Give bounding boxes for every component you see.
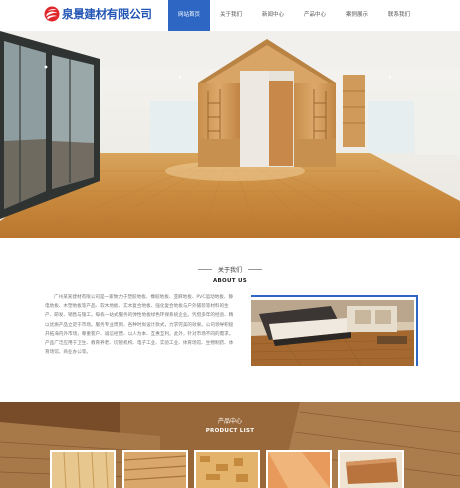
bedroom-floor-image bbox=[251, 300, 414, 366]
nav-item-cases[interactable]: 案例展示 bbox=[336, 0, 378, 31]
logo-text: 泉景建材有限公司 bbox=[62, 7, 152, 21]
product-thumb-4[interactable] bbox=[266, 450, 332, 488]
product-thumbnails bbox=[50, 450, 404, 488]
about-title-en: ABOUT US bbox=[212, 278, 248, 284]
product-thumb-image bbox=[124, 452, 186, 488]
nav-item-about[interactable]: 关于我们 bbox=[210, 0, 252, 31]
about-image[interactable] bbox=[251, 300, 414, 366]
site-logo[interactable]: 泉景建材有限公司 bbox=[44, 6, 152, 22]
about-section-title: 关于我们 ABOUT US bbox=[0, 255, 460, 284]
product-thumb-image bbox=[52, 452, 114, 488]
products-section-title: 产品中心 PRODUCT LIST bbox=[0, 416, 460, 434]
title-divider bbox=[197, 269, 212, 270]
main-nav: 网站首页 关于我们 新闻中心 产品中心 案例展示 联系我们 bbox=[168, 0, 420, 31]
nav-item-news[interactable]: 新闻中心 bbox=[252, 0, 294, 31]
logo-mark-icon bbox=[44, 6, 60, 22]
product-thumb-image bbox=[268, 452, 330, 488]
hero-interior-image bbox=[0, 31, 460, 238]
product-thumb-5[interactable] bbox=[338, 450, 404, 488]
product-thumb-1[interactable] bbox=[50, 450, 116, 488]
products-title-cn: 产品中心 bbox=[217, 418, 242, 425]
products-title-en: PRODUCT LIST bbox=[205, 428, 255, 434]
hero-banner bbox=[0, 31, 460, 238]
nav-item-contact[interactable]: 联系我们 bbox=[378, 0, 420, 31]
nav-item-home[interactable]: 网站首页 bbox=[168, 0, 210, 31]
title-divider bbox=[248, 269, 262, 270]
about-title-cn: 关于我们 bbox=[217, 267, 242, 274]
products-section: 产品中心 PRODUCT LIST bbox=[0, 402, 460, 488]
product-thumb-image bbox=[340, 452, 402, 488]
product-thumb-2[interactable] bbox=[122, 450, 188, 488]
product-thumb-3[interactable] bbox=[194, 450, 260, 488]
nav-item-products[interactable]: 产品中心 bbox=[294, 0, 336, 31]
about-description: 广州某某建材有限公司是一家致力于塑胶地板、橡胶地板、亚麻地板、PVC运动地板、静… bbox=[45, 295, 234, 356]
site-header: 泉景建材有限公司 网站首页 关于我们 新闻中心 产品中心 案例展示 联系我们 bbox=[0, 0, 460, 31]
product-thumb-image bbox=[196, 452, 258, 488]
